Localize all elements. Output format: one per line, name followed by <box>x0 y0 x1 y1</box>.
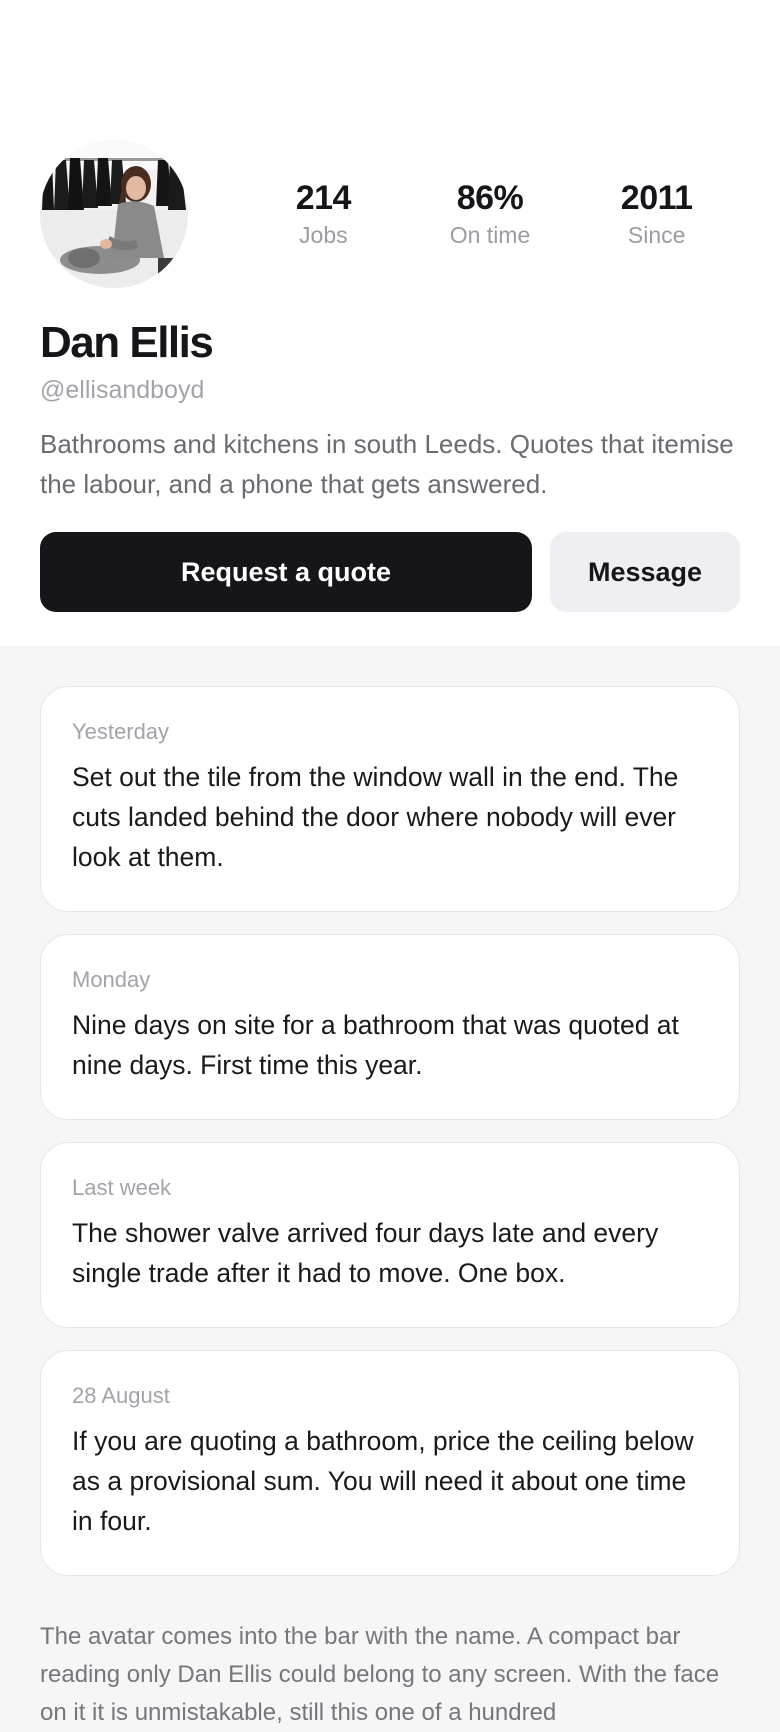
post-date: Monday <box>72 967 151 992</box>
post-card[interactable]: Monday Nine days on site for a bathroom … <box>40 934 740 1120</box>
post-date: 28 August <box>72 1383 170 1408</box>
profile-bio: Bathrooms and kitchens in south Leeds. Q… <box>40 429 734 499</box>
stat-jobs: 214 Jobs <box>240 178 407 250</box>
post-card[interactable]: 28 August If you are quoting a bathroom,… <box>40 1350 740 1576</box>
avatar-photo <box>40 140 188 288</box>
post-text: Set out the tile from the window wall in… <box>72 762 679 872</box>
stat-on-time: 86% On time <box>407 178 574 250</box>
post-card[interactable]: Last week The shower valve arrived four … <box>40 1142 740 1328</box>
message-button[interactable]: Message <box>550 532 740 612</box>
profile-name: Dan Ellis <box>40 318 214 367</box>
profile-handle: @ellisandboyd <box>40 376 205 404</box>
avatar[interactable] <box>40 140 188 288</box>
stat-label: Since <box>627 222 686 248</box>
stat-since: 2011 Since <box>573 178 740 250</box>
post-text: Nine days on site for a bathroom that wa… <box>72 1010 679 1080</box>
profile-header: 214 Jobs 86% On time 2011 Since Dan Elli… <box>0 0 780 646</box>
stat-value: 2011 <box>620 179 693 217</box>
stat-label: On time <box>449 222 531 248</box>
post-date: Last week <box>72 1175 172 1200</box>
post-feed: Yesterday Set out the tile from the wind… <box>0 646 780 1576</box>
profile-top-row <box>40 140 188 288</box>
request-quote-button[interactable]: Request a quote <box>40 532 532 612</box>
stat-label: Jobs <box>299 222 348 248</box>
design-note: The avatar comes into the bar with the n… <box>40 1623 720 1726</box>
stat-value: 214 <box>295 179 352 217</box>
stat-value: 86% <box>456 179 524 217</box>
post-text: The shower valve arrived four days late … <box>72 1218 659 1288</box>
post-date: Yesterday <box>72 719 170 744</box>
profile-stats: 214 Jobs 86% On time 2011 Since <box>240 178 740 250</box>
post-text: If you are quoting a bathroom, price the… <box>72 1426 694 1536</box>
profile-actions: Request a quote Message <box>40 532 740 612</box>
post-card[interactable]: Yesterday Set out the tile from the wind… <box>40 686 740 912</box>
